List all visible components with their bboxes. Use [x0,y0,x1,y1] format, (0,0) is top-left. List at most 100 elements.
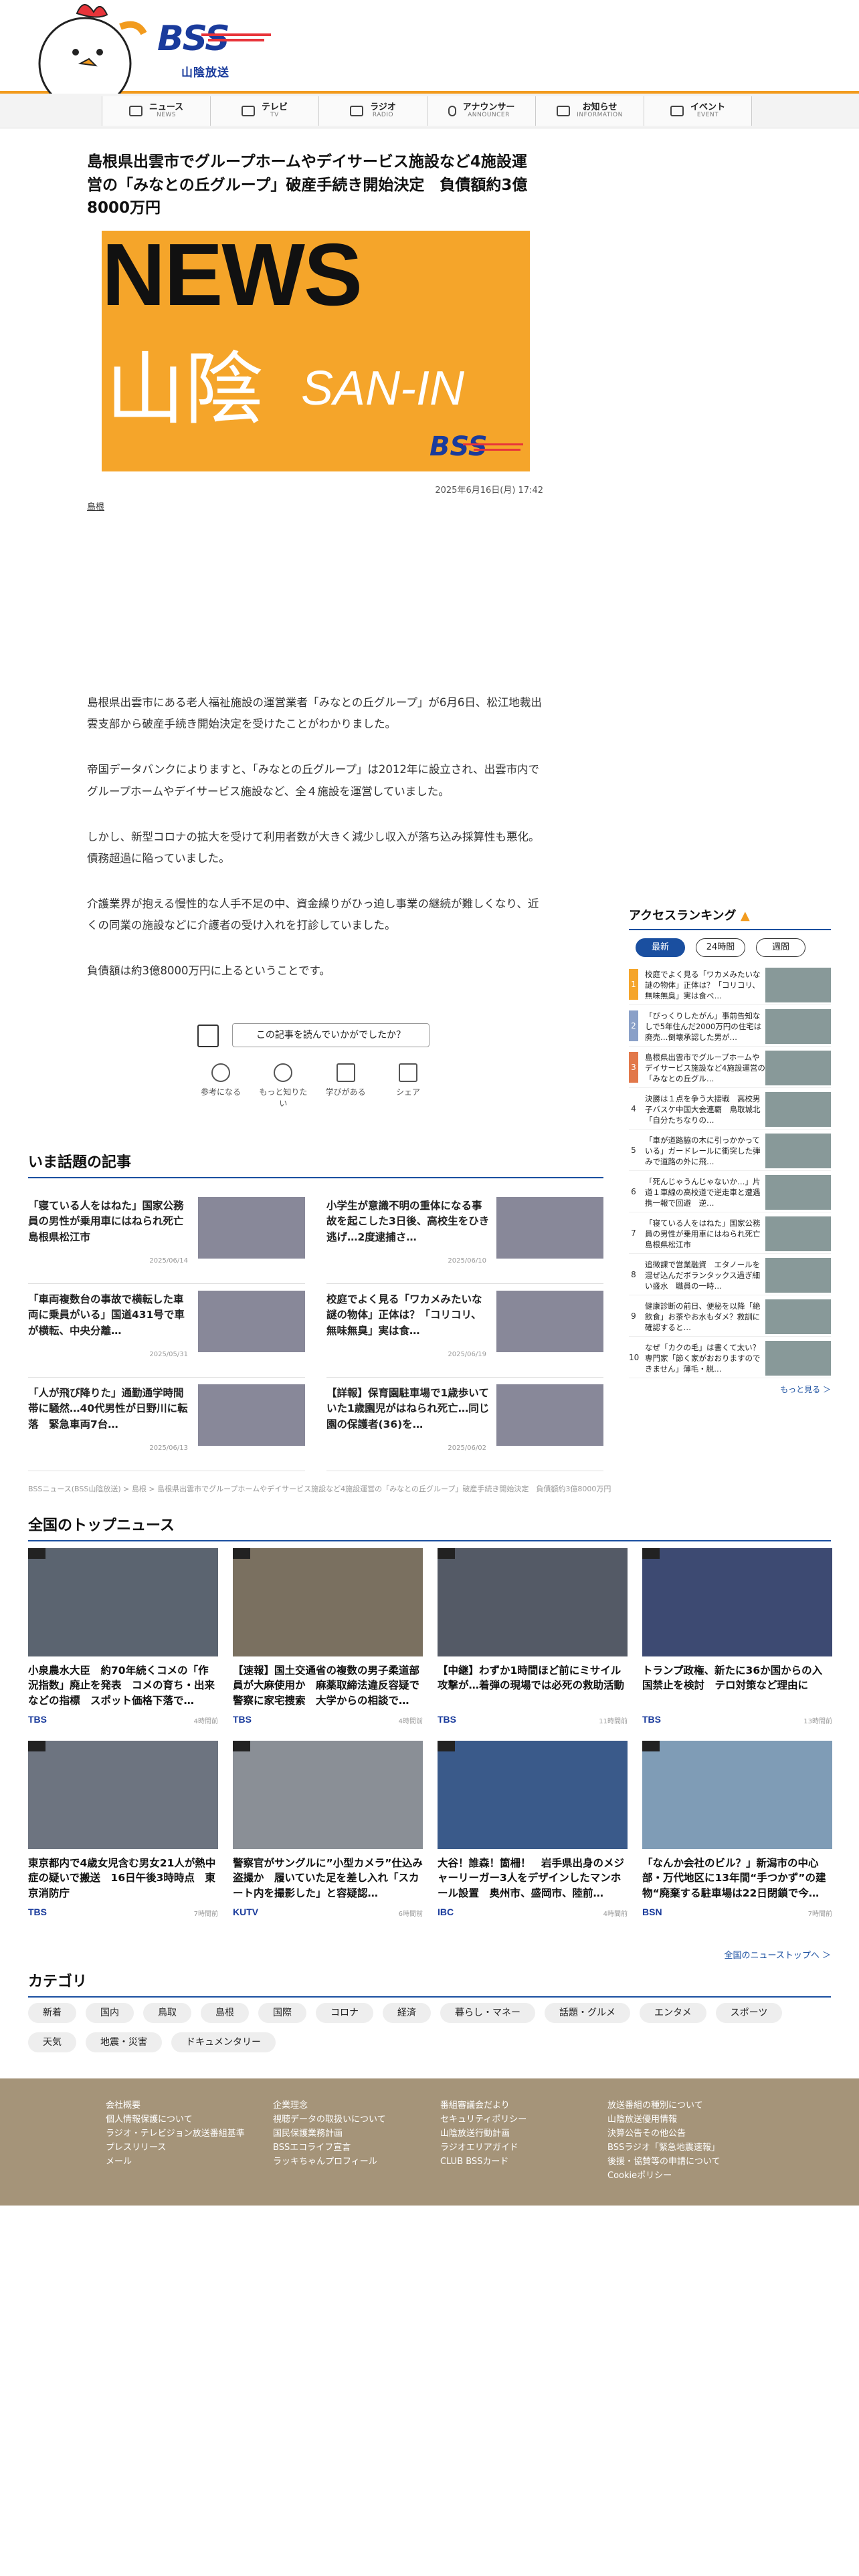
category-chip[interactable]: コロナ [316,2003,373,2023]
category-chip[interactable]: 地震・災害 [86,2032,162,2052]
trending-title: 【詳報】保育園駐車場で1歳歩いていた1歳園児がはねられ死亡…同じ園の保護者(36… [326,1387,490,1430]
ranking-item[interactable]: 1 校庭でよく見る「ワカメみたいな謎の物体」正体は？「コリコリ、無味無臭」実は食べ… [629,964,831,1005]
footer-link[interactable]: ラジオ・テレビジョン放送番組基準 [106,2127,245,2141]
nav-item-announcer[interactable]: アナウンサー ANNOUNCER [427,96,535,126]
fire-icon: ▲ [740,909,750,923]
trending-item[interactable]: 校庭でよく見る「ワカメみたいな謎の物体」正体は？「コリコリ、無味無臭」実は食… 2… [326,1284,603,1378]
footer-link[interactable]: 山陰放送優用情報 [607,2113,721,2127]
bss-logo[interactable]: BSS 山陰放送 [157,19,278,80]
ranking-item-title: 決勝は１点を争う大接戦 高校男子バスケ中国大会連覇 鳥取城北「自分たちなりの… [645,1094,761,1125]
trending-item[interactable]: 【詳報】保育園駐車場で1歳歩いていた1歳園児がはねられ死亡…同じ園の保護者(36… [326,1378,603,1471]
trending-thumbnail [198,1384,305,1446]
ranking-item[interactable]: 6 「死んじゃうんじゃないか…」片道１車線の高校道で逆走車と遭遇 携一報で回避 逆… [629,1171,831,1212]
nav-sublabel: INFORMATION [577,112,623,119]
news-card[interactable]: 東京都内で4歳女児含む男女21人が熱中症の疑いで搬送 16日午後3時時点 東京消… [28,1741,218,1920]
nav-item-event[interactable]: イベント EVENT [644,96,752,126]
category-chip[interactable]: 新着 [28,2003,76,2023]
trending-item[interactable]: 「人が飛び降りた」通勤通学時間帯に騒然…40代男性が日野川に転落 緊急車両7台…… [28,1378,305,1471]
trending-date: 2025/06/14 [149,1257,188,1265]
ranking-item[interactable]: 3 島根県出雲市でグループホームやデイサービス施設など4施設運営の「みなとの丘グル… [629,1047,831,1088]
book-icon [336,1063,355,1082]
ranking-thumbnail [765,1051,831,1085]
ranking-item[interactable]: 8 追徴課で営業融資 エタノールを混ぜ込んだボランタックス過ぎ細い盛水 職員の一時… [629,1254,831,1295]
survey-button[interactable]: この記事を読んでいかがでしたか？ [232,1023,430,1047]
news-thumbnail [438,1548,628,1656]
rank-number: 2 [629,1010,638,1041]
share-button[interactable]: シェア [381,1063,435,1103]
footer-link[interactable]: 企業理念 [273,2099,386,2113]
trending-thumbnail [198,1291,305,1352]
category-chip[interactable]: スポーツ [715,2003,783,2023]
news-card[interactable]: 警察官がサングルに”小型カメラ”仕込み盗撮か 履いていた足を差し入れ「スカート内… [233,1741,423,1920]
ranking-item[interactable]: 7 「寝ている人をはねた」国家公務員の男性が乗用車にはねられ死亡 島根県松江市 [629,1212,831,1254]
footer-link[interactable]: 決算公告その他公告 [607,2127,721,2141]
reaction-label: 参考になる [200,1087,241,1097]
footer-link[interactable]: Cookieポリシー [607,2169,721,2183]
hero-news-text: NEWS [102,231,363,324]
trending-item[interactable]: 小学生が意識不明の重体になる事故を起こした3日後、高校生をひき逃げ…2度逮捕さ…… [326,1190,603,1284]
category-chip[interactable]: 国内 [86,2003,134,2023]
article-body: 島根県出雲市にある老人福祉施設の運営業者「みなとの丘グループ」が6月6日、松江地… [87,692,542,1006]
category-chip[interactable]: 暮らし・マネー [440,2003,535,2023]
footer-link[interactable]: セキュリティポリシー [440,2113,527,2127]
category-chip[interactable]: エンタメ [640,2003,706,2023]
mascot-logo[interactable] [37,0,151,97]
footer-column: 放送番組の種別について 山陰放送優用情報 決算公告その他公告 BSSラジオ「緊急地震速… [607,2099,721,2183]
trending-item[interactable]: 「寝ている人をはねた」国家公務員の男性が乗用車にはねられ死亡 島根県松江市 202… [28,1190,305,1284]
category-chip[interactable]: 天気 [28,2032,76,2052]
ranking-thumbnail [765,1341,831,1376]
tab-weekly[interactable]: 週間 [756,938,805,957]
microphone-icon [448,106,456,116]
category-chip[interactable]: ドキュメンタリー [171,2032,276,2052]
news-card[interactable]: 【速報】国土交通省の複数の男子柔道部員が大麻使用か 麻薬取締法違反容疑で警察に家… [233,1548,423,1727]
footer-link[interactable]: ラッキちゃんプロフィール [273,2155,386,2169]
footer-link[interactable]: 個人情報保護について [106,2113,245,2127]
footer-link[interactable]: BSSラジオ「緊急地震速報」 [607,2141,721,2155]
ranking-item[interactable]: 10 なぜ「カクの毛」は書くて太い？ 専門家「節く家がおおりますのできません」薄毛… [629,1337,831,1378]
footer-link[interactable]: CLUB BSSカード [440,2155,527,2169]
footer-link[interactable]: 放送番組の種別について [607,2099,721,2113]
logo-subtitle: 山陰放送 [181,66,229,80]
footer-link[interactable]: 山陰放送行動計画 [440,2127,527,2141]
footer-link[interactable]: 視聴データの取扱いについて [273,2113,386,2127]
news-card[interactable]: 大谷！誰森！箇柵！ 岩手県出身のメジャーリーガー3人をデザインしたマンホール設置… [438,1741,628,1920]
trending-item[interactable]: 「車両複数台の事故で横転した車両に乗員がいる」国道431号で車が横転、中央分離…… [28,1284,305,1378]
nav-item-news[interactable]: ニュース NEWS [102,96,210,126]
footer-link[interactable]: ラジオエリアガイド [440,2141,527,2155]
footer-link[interactable]: プレスリリース [106,2141,245,2155]
footer-link[interactable]: 番組審議会だより [440,2099,527,2113]
article-tag[interactable]: 島根 [87,500,104,512]
footer-link[interactable]: 後援・協賛等の申請について [607,2155,721,2169]
news-card[interactable]: 【中継】わずか1時間ほど前にミサイル攻撃が…着弾の現場では必死の救助活動 TBS 1… [438,1548,628,1727]
footer-link[interactable]: 国民保護業務計画 [273,2127,386,2141]
category-chip[interactable]: 国際 [258,2003,306,2023]
category-chip[interactable]: 島根 [201,2003,249,2023]
ranking-item[interactable]: 5 「車が道路脇の木に引っかかっている」ガードレールに衝突した弾みで道路の外に飛… [629,1130,831,1171]
news-card[interactable]: トランプ政権、新たに36か国からの入国禁止を検討 テロ対策など理由に TBS 13時… [642,1548,832,1727]
top-news-more-link[interactable]: 全国のニューストップへ ＞ [669,1948,831,1961]
ranking-item[interactable]: 2 「びっくりしたがん」事前告知なしで5年住んだ2000万円の住宅は廃売…倒壊承認… [629,1005,831,1047]
nav-label: ニュース [149,102,184,112]
ranking-item[interactable]: 9 健康診断の前日、便秘を以降「絶飲食」お茶やお水もダメ？救訓に確認すると… [629,1295,831,1337]
reaction-useful-button[interactable]: 参考になる [194,1063,248,1103]
ranking-more-link[interactable]: もっと見る ＞ [629,1384,831,1395]
category-chip[interactable]: 経済 [383,2003,431,2023]
nav-item-information[interactable]: お知らせ INFORMATION [535,96,644,126]
footer-link[interactable]: BSSエコライフ宣言 [273,2141,386,2155]
news-card[interactable]: 小泉農水大臣 約70年続くコメの「作況指数」廃止を発表 コメの育ち・出来などの指… [28,1548,218,1727]
ranking-heading: アクセスランキング ▲ [629,906,831,930]
nav-item-tv[interactable]: テレビ TV [210,96,318,126]
breadcrumb[interactable]: BSSニュース(BSS山陰放送) > 島根 > 島根県出雲市でグループホームやデ… [28,1483,831,1494]
news-card[interactable]: 「なんか会社のビル？」新潟市の中心部・万代地区に13年間“手つかず”の建物“廃棄… [642,1741,832,1920]
article-title: 島根県出雲市でグループホームやデイサービス施設など4施設運営の「みなとの丘グルー… [87,153,528,217]
footer-link[interactable]: 会社概要 [106,2099,245,2113]
reaction-more-button[interactable]: もっと知りたい [256,1063,310,1108]
reaction-learn-button[interactable]: 学びがある [319,1063,373,1103]
category-chip[interactable]: 話題・グルメ [545,2003,630,2023]
ranking-item[interactable]: 4 決勝は１点を争う大接戦 高校男子バスケ中国大会連覇 鳥取城北「自分たちなりの… [629,1088,831,1130]
tab-24h[interactable]: 24時間 [696,938,745,957]
tab-latest[interactable]: 最新 [636,938,685,957]
category-chip[interactable]: 鳥取 [143,2003,191,2023]
nav-item-radio[interactable]: ラジオ RADIO [318,96,427,126]
footer-link[interactable]: メール [106,2155,245,2169]
